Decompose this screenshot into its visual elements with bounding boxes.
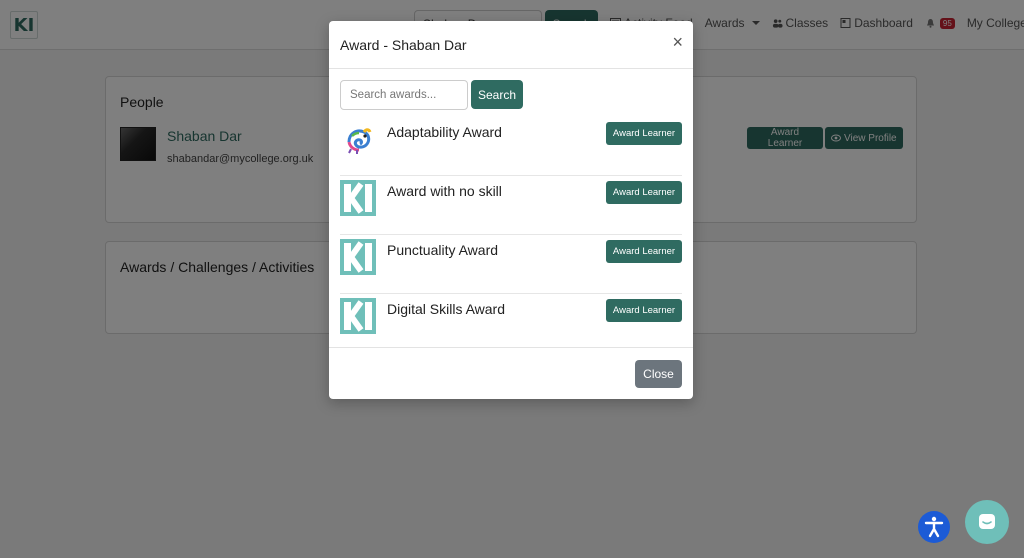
chat-icon: [979, 514, 995, 529]
award-search-input[interactable]: [340, 80, 468, 110]
close-icon[interactable]: ×: [672, 33, 683, 51]
award-name: Punctuality Award: [387, 242, 499, 258]
modal-header: Award - Shaban Dar ×: [329, 21, 693, 69]
award-learner-button[interactable]: Award Learner: [606, 240, 682, 263]
award-name: Digital Skills Award: [387, 301, 506, 317]
award-search-button[interactable]: Search: [471, 80, 523, 109]
ki-logo-icon: [340, 239, 376, 275]
list-item: Digital Skills Award Award Learner: [340, 294, 682, 353]
award-list: Adaptability Award Award Learner Award w…: [340, 117, 682, 353]
accessibility-button[interactable]: [918, 511, 950, 543]
list-item: Award with no skill Award Learner: [340, 176, 682, 235]
award-learner-button[interactable]: Award Learner: [606, 181, 682, 204]
chat-button[interactable]: [965, 500, 1009, 544]
chameleon-icon: [340, 121, 376, 157]
award-learner-button[interactable]: Award Learner: [606, 299, 682, 322]
award-name: Award with no skill: [387, 183, 502, 199]
modal-footer: Close: [329, 347, 693, 399]
list-item: Adaptability Award Award Learner: [340, 117, 682, 176]
ki-logo-icon: [340, 298, 376, 334]
award-learner-button[interactable]: Award Learner: [606, 122, 682, 145]
award-name: Adaptability Award: [387, 124, 502, 140]
award-modal: Award - Shaban Dar × Search Adaptability…: [329, 21, 693, 399]
modal-title: Award - Shaban Dar: [340, 37, 467, 53]
close-button[interactable]: Close: [635, 360, 682, 388]
list-item: Punctuality Award Award Learner: [340, 235, 682, 294]
accessibility-icon: [924, 516, 944, 538]
ki-logo-icon: [340, 180, 376, 216]
